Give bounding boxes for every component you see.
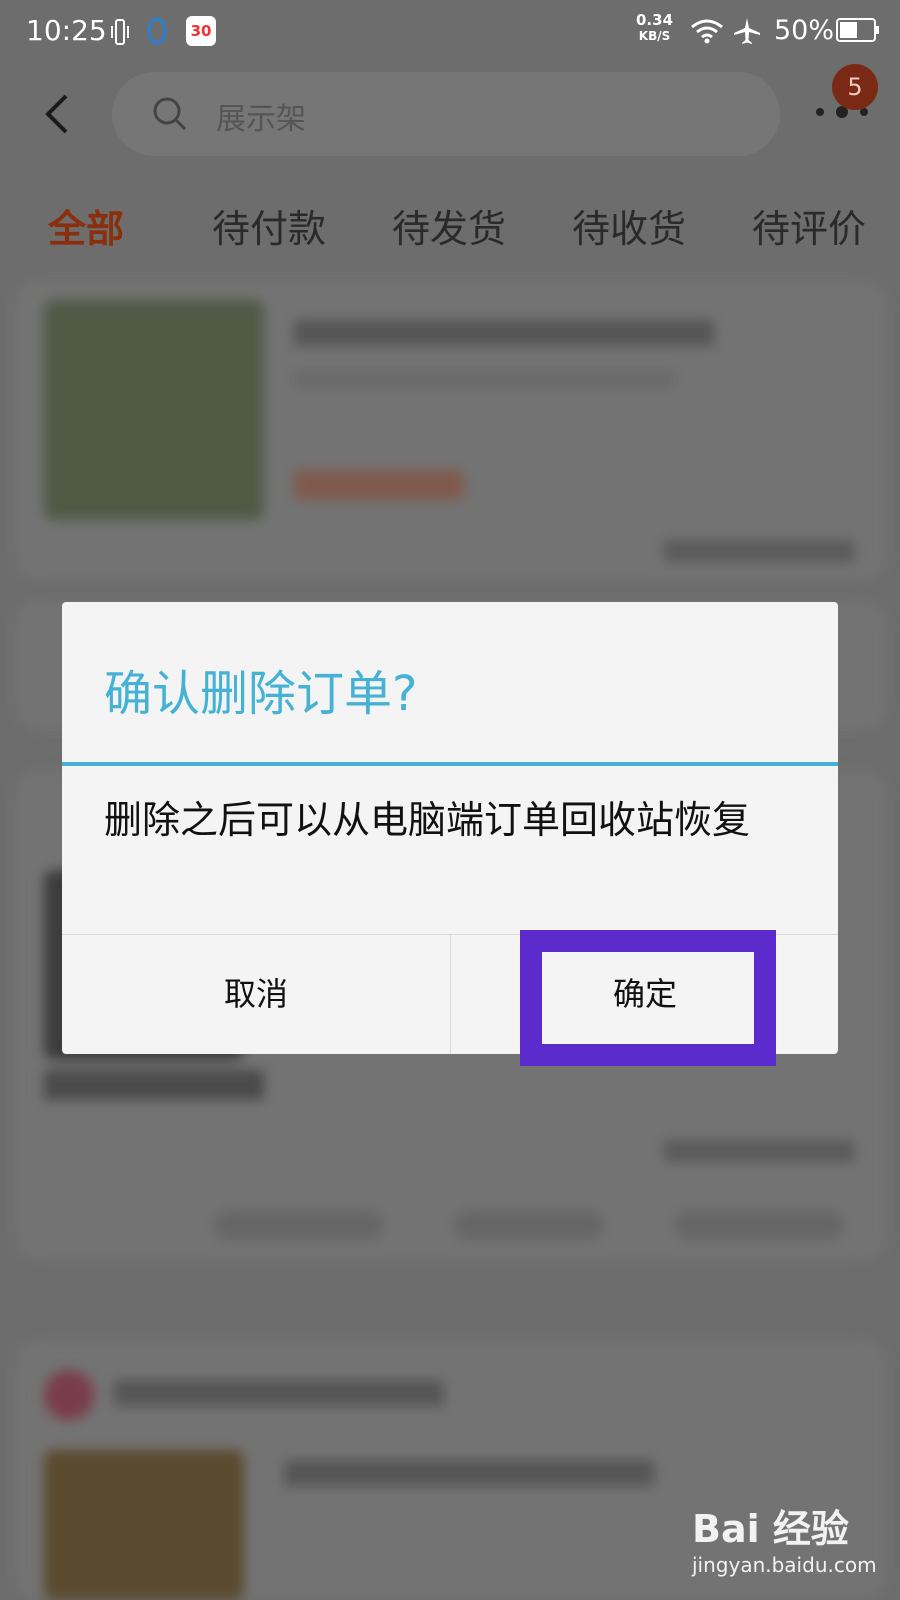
notification-badge: 5 [832, 64, 878, 110]
product-thumbnail [44, 1450, 244, 1600]
back-arrow-icon[interactable] [38, 92, 78, 136]
dialog-divider [62, 762, 838, 766]
network-speed: 0.34 KB/S [636, 12, 673, 44]
calendar-icon: 30 [186, 16, 216, 46]
order-card-blurred [14, 280, 886, 580]
cancel-button[interactable]: 取消 [62, 935, 450, 1054]
network-speed-unit: KB/S [638, 29, 671, 43]
shop-logo-placeholder [44, 1370, 94, 1420]
network-speed-value: 0.34 [636, 11, 674, 29]
dialog-message: 删除之后可以从电脑端订单回收站恢复 [104, 798, 751, 842]
product-tag-placeholder [294, 470, 464, 500]
action-button-placeholder [674, 1210, 844, 1240]
dialog-title: 确认删除订单? [104, 666, 418, 722]
search-bar[interactable]: 展示架 [112, 72, 780, 156]
tab-all[interactable]: 全部 [48, 198, 124, 253]
vibrate-icon [111, 19, 129, 45]
watermark-url: jingyan.baidu.com [692, 1553, 877, 1577]
action-button-placeholder [214, 1210, 384, 1240]
tab-pending-review[interactable]: 待评价 [752, 198, 866, 253]
action-button-placeholder [454, 1210, 604, 1240]
status-bar: 10:25 30 0.34 KB/S 50% [0, 0, 900, 64]
order-total-placeholder [664, 540, 854, 562]
product-title-placeholder [294, 320, 714, 346]
battery-icon [836, 18, 879, 42]
baidu-jingyan-watermark: Bai 经验 jingyan.baidu.com [692, 1498, 877, 1577]
tab-pending-receipt[interactable]: 待收货 [572, 198, 686, 253]
product-title-placeholder [44, 1070, 264, 1100]
tab-pending-shipment[interactable]: 待发货 [392, 198, 506, 253]
shop-name-placeholder [114, 1380, 444, 1406]
watermark-brand: Bai 经验 [692, 1507, 849, 1551]
order-total-placeholder [664, 1140, 854, 1162]
battery-percent: 50% [774, 15, 835, 46]
qq-icon [147, 17, 167, 45]
search-input[interactable]: 展示架 [216, 94, 306, 138]
product-title-placeholder [284, 1460, 654, 1486]
confirm-highlight-box [520, 930, 776, 1066]
airplane-mode-icon [734, 18, 760, 44]
product-thumbnail [44, 300, 264, 520]
tab-pending-payment[interactable]: 待付款 [212, 198, 326, 253]
search-icon [153, 97, 187, 131]
status-time: 10:25 [26, 14, 107, 47]
product-spec-placeholder [294, 370, 674, 388]
wifi-icon [691, 19, 723, 44]
